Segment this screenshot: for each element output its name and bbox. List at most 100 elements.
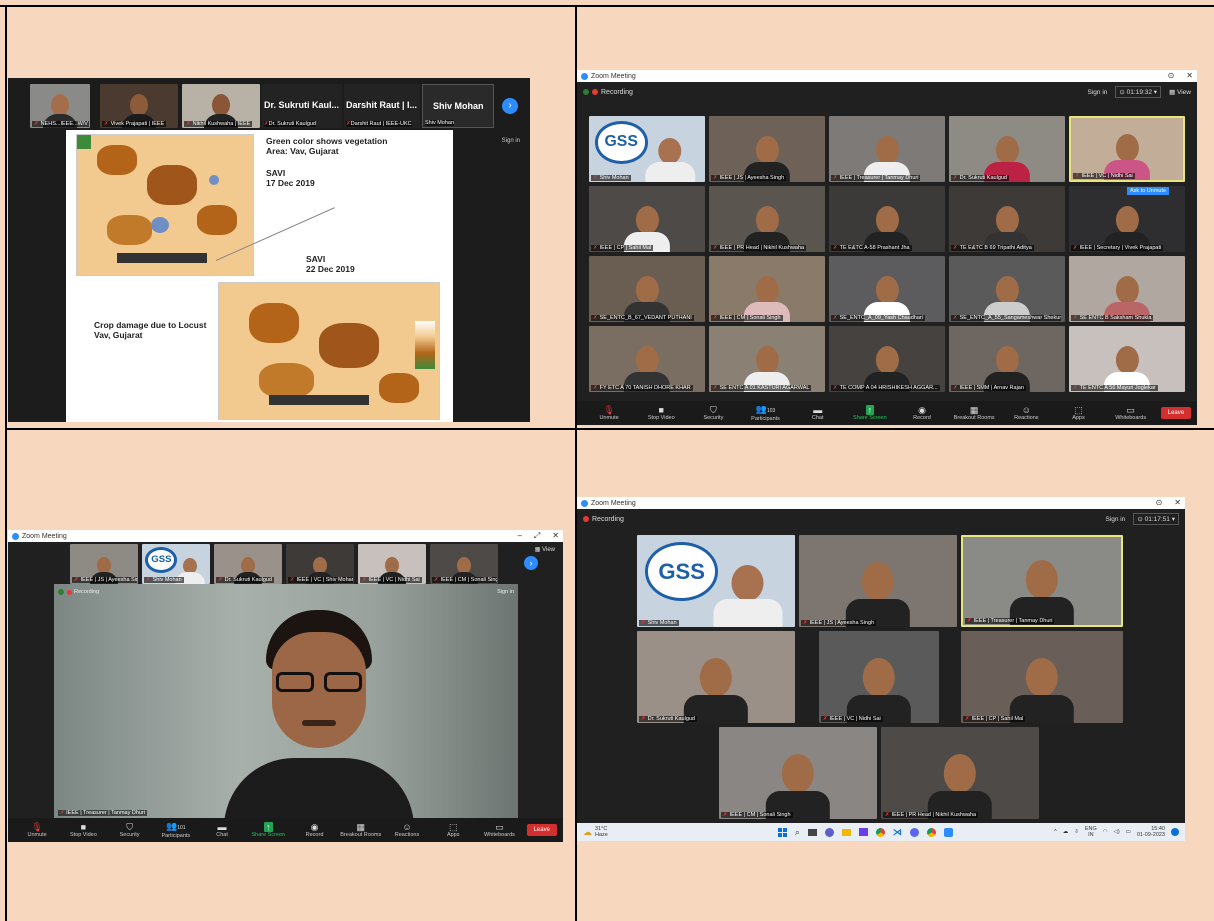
clock[interactable]: 15:40 01-09-2023 [1137,826,1165,838]
discord-icon[interactable] [909,827,919,837]
gallery-tile[interactable]: ✗ Dr. Sukruti Kaulgud [637,631,795,723]
gallery-tile[interactable]: ✗ TE ENTC A 56 Mayuri Joglekar [1069,326,1185,392]
close-icon[interactable]: ✕ [552,531,559,541]
minimize-icon[interactable]: – [517,531,521,541]
gallery-tile[interactable]: ✗ IEEE | PR Head | Nikhil Kushwaha [881,727,1039,819]
weather-widget[interactable]: ☁ 31°C Haze [583,826,608,838]
gallery-tile[interactable]: ✗ SE_ENTC_B_67_VEDANT PUTHANI [589,256,705,322]
strip-tile[interactable]: ✗ NEHS...IEEE...W/V [30,84,90,128]
leave-button[interactable]: Leave [1160,407,1192,419]
gallery-tile[interactable]: ✗ IEEE | JS | Ayeesha Singh [709,116,825,182]
notification-icon[interactable] [1171,828,1179,836]
stop-video-button[interactable]: ■ Stop Video [60,818,106,842]
cloud-icon[interactable]: ☁ [1063,829,1069,835]
zoom-app-icon[interactable] [943,827,953,837]
strip-name-tile[interactable]: Dr. Sukruti Kaul... ✗Dr. Sukruti Kaulgud [262,84,342,128]
gallery-tile-logo[interactable]: GSS ✗ Shiv Mohan [142,544,210,584]
file-explorer-icon[interactable] [841,828,851,836]
view-button[interactable]: ▦ View [1169,88,1191,96]
chat-button[interactable]: ▬ Chat [199,818,245,842]
reactions-button[interactable]: ☺ Reactions [384,818,430,842]
language-indicator[interactable]: ENG IN [1085,826,1097,838]
record-button[interactable]: ◉ Record [291,818,337,842]
wifi-icon[interactable]: ◠ [1103,829,1108,835]
ask-to-unmute-button[interactable]: Ask to Unmute [1127,187,1170,195]
record-button[interactable]: ◉ Record [896,401,948,425]
gallery-tile[interactable]: ✗ Dr. Sukruti Kaulgud [949,116,1065,182]
gallery-tile[interactable]: ✗ IEEE | VC | Nidhi Sai [358,544,426,584]
view-button[interactable]: ▦ View [535,546,555,553]
gallery-tile[interactable]: ✗ SE ENTC A 01 KASTURI AGARWAL [709,326,825,392]
strip-tile[interactable]: ✗ Vivek Prajapati | IEEE [100,84,178,128]
apps-button[interactable]: ⬚ Apps [1052,401,1104,425]
apps-button[interactable]: ⬚ Apps [430,818,476,842]
store-icon[interactable] [858,828,868,836]
gallery-tile[interactable]: ✗ IEEE | CM | Sonali Singh [709,256,825,322]
gallery-tile-logo[interactable]: GSS ✗ Shiv Mohan [637,535,795,627]
gallery-tile[interactable]: ✗ IEEE | PR Head | Nikhil Kushwaha [709,186,825,252]
gallery-tile[interactable]: ✗ Dr. Sukruti Kaulgud [214,544,282,584]
reactions-button[interactable]: ☺ Reactions [1000,401,1052,425]
gallery-tile[interactable]: ✗ TE E&TC A-58 Prashant Jha [829,186,945,252]
gallery-tile[interactable]: ✗ IEEE | CP | Sahil Mal [961,631,1123,723]
participants-button[interactable]: 👥103 Participants [739,401,791,425]
chevron-up-icon[interactable]: ^ [1054,829,1057,835]
chrome-alt-icon[interactable] [926,827,936,837]
pin-icon[interactable]: ⊙ [1156,498,1163,507]
gallery-tile[interactable]: ✗ FY ETC A 70 TANISH DHORE KHAR [589,326,705,392]
share-screen-button[interactable]: ↑ Share Screen [844,401,896,425]
gallery-tile[interactable]: ✗ TE E&TC B 69 Tripathi Aditya [949,186,1065,252]
search-icon[interactable]: ⌕ [795,827,800,838]
pin-icon[interactable]: ⊙ [1168,71,1175,80]
leave-button[interactable]: Leave [526,824,557,836]
teams-icon[interactable] [824,827,834,837]
next-page-icon[interactable]: › [524,556,538,570]
security-button[interactable]: ⛉ Security [106,818,152,842]
whiteboards-button[interactable]: ▭ Whiteboards [1105,401,1157,425]
unmute-button[interactable]: 🎙 Unmute [14,818,60,842]
gallery-tile[interactable]: ✗ IEEE | CM | Sonali Singh [430,544,498,584]
whiteboards-button[interactable]: ▭ Whiteboards [476,818,522,842]
gallery-tile[interactable]: ✗ IEEE | JS | Ayeesha Singh [799,535,957,627]
strip-name-tile[interactable]: Darshit Raut | I... ✗Darshit Raut | IEEE… [344,84,420,128]
sign-in-link[interactable]: Sign in [1105,516,1125,523]
sign-in-link[interactable]: Sign in [1088,89,1108,96]
vscode-icon[interactable]: ⋊ [893,827,902,838]
gallery-tile[interactable]: ✗ SE ENTC B Saksham Shukla [1069,256,1185,322]
gallery-tile-logo[interactable]: GSS ✗ Shiv Mohan [589,116,705,182]
windows-start-icon[interactable] [777,827,787,837]
usb-icon[interactable]: ⇩ [1074,829,1079,835]
participants-button[interactable]: 👥101 Participants [153,818,199,842]
breakout-rooms-button[interactable]: ▦ Breakout Rooms [948,401,1000,425]
gallery-tile[interactable]: ✗ IEEE | Treasurer | Tanmay Dhuri [829,116,945,182]
shield-icon[interactable] [583,89,589,95]
task-view-icon[interactable] [807,828,817,836]
gallery-tile[interactable]: ✗ IEEE | VC | Nidhi Sai [819,631,939,723]
gallery-tile[interactable]: ✗ IEEE | VC | Nidhi Sai [1069,116,1185,182]
volume-icon[interactable]: ◁) [1114,829,1120,835]
strip-tile[interactable]: ✗ Nikhil Kushwaha | IEEE [182,84,260,128]
gallery-tile[interactable]: ✗ TE COMP A 04 HRISHIKESH AGGAR... [829,326,945,392]
gallery-tile[interactable]: ✗ IEEE | CM | Sonali Singh [719,727,877,819]
restore-icon[interactable]: ⤢ [534,531,540,541]
chrome-icon[interactable] [875,827,885,837]
battery-icon[interactable]: ▭ [1126,829,1131,835]
gallery-tile[interactable]: ✗ IEEE | CP | Sahil Mal [589,186,705,252]
next-page-icon[interactable]: › [502,98,518,114]
gallery-tile[interactable]: ✗ SE_ENTC_A_55_Sangameshwar Shekumi [949,256,1065,322]
gallery-tile[interactable]: ✗ IEEE | Treasurer | Tanmay Dhuri [961,535,1123,627]
gallery-tile[interactable]: ✗ IEEE | VC | Shiv Mohan [286,544,354,584]
timer-badge[interactable]: ⊙ 01:19:32 ▾ [1115,86,1162,98]
unmute-button[interactable]: 🎙 Unmute [583,401,635,425]
close-icon[interactable]: ✕ [1186,71,1193,80]
gallery-tile[interactable]: ✗ SE_ENTC_A_09_Yash Chaudhari [829,256,945,322]
stop-video-button[interactable]: ■ Stop Video [635,401,687,425]
gallery-tile[interactable]: ✗ IEEE | SMM | Arnav Rajan [949,326,1065,392]
gallery-tile[interactable]: ✗ IEEE | Secretary | Vivek Prajapati [1069,186,1185,252]
chat-button[interactable]: ▬ Chat [792,401,844,425]
gallery-tile[interactable]: ✗IEEE | JS | Ayeesha Sin... [70,544,138,584]
timer-badge[interactable]: ⊙ 01:17:51 ▾ [1133,513,1179,525]
close-icon[interactable]: ✕ [1174,498,1181,507]
security-button[interactable]: ⛉ Security [687,401,739,425]
sign-in-link[interactable]: Sign in [502,138,520,144]
